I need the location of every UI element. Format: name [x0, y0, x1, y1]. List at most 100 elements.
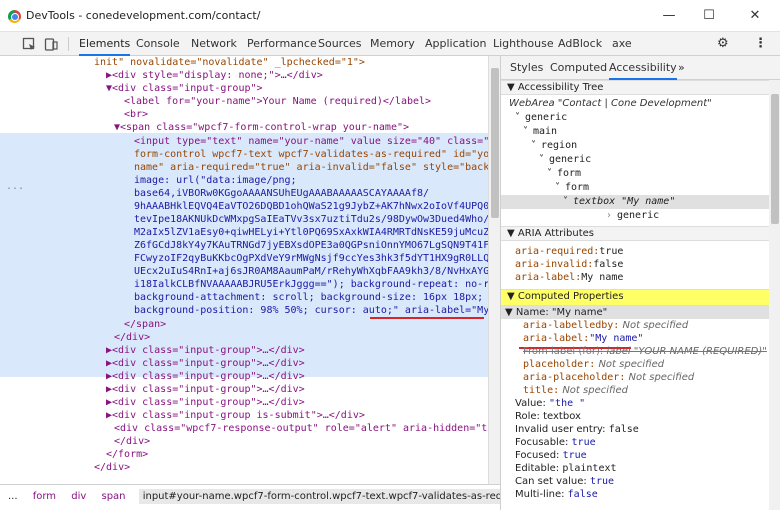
window-titlebar: DevTools - conedevelopment.com/contact/ …: [0, 0, 780, 32]
minimize-button[interactable]: —: [654, 6, 684, 26]
dom-line-selected[interactable]: background-position: 98% 50%; cursor: au…: [134, 304, 488, 317]
prop-value: plaintext: [562, 463, 617, 474]
computed-name-row[interactable]: ▼ Name: "My name": [505, 307, 607, 319]
tab-application[interactable]: Application: [425, 32, 486, 56]
dom-line[interactable]: ▶<div class="input-group">…</div>: [106, 370, 305, 383]
tab-memory[interactable]: Memory: [370, 32, 415, 56]
dom-line[interactable]: ▶<div class="input-group is-submit">…</d…: [106, 409, 365, 422]
dom-line[interactable]: <br>: [124, 108, 148, 121]
dom-line-selected[interactable]: base64,iVBORw0KGgoAAAANSUhEUgAAABAAAAASC…: [134, 187, 429, 200]
dom-line[interactable]: ▶<div class="input-group">…</div>: [106, 383, 305, 396]
dom-line[interactable]: ▼<div class="input-group">: [106, 82, 263, 95]
dom-line-selected[interactable]: form-control wpcf7-text wpcf7-validates-…: [134, 148, 488, 161]
node-ellipsis: ...: [6, 181, 25, 192]
prop-name: Focused:: [515, 450, 560, 461]
tree-node[interactable]: generic: [617, 210, 659, 222]
tab-styles[interactable]: Styles: [510, 56, 543, 80]
tree-node[interactable]: generic: [549, 154, 591, 166]
aria-attributes-header[interactable]: ▼ ARIA Attributes: [501, 226, 769, 241]
tab-sources[interactable]: Sources: [318, 32, 362, 56]
dom-line[interactable]: ▶<div style="display: none;">…</div>: [106, 69, 323, 82]
breadcrumb-item[interactable]: span: [101, 491, 125, 502]
dom-line-selected[interactable]: <input type="text" name="your-name" valu…: [134, 135, 488, 148]
computed-source-value: Not specified: [628, 372, 695, 383]
prop-name: Multi-line:: [515, 489, 565, 500]
dom-line[interactable]: </div>: [94, 461, 130, 474]
dom-line[interactable]: </div>: [114, 331, 150, 344]
dom-line-selected[interactable]: tevIpe18AKNUkDcWMxpgSaIEaTVv3sx7uztiTdu2…: [134, 213, 488, 226]
tree-chevron-icon: ˅: [515, 112, 520, 123]
tab-performance[interactable]: Performance: [247, 32, 317, 56]
tree-node[interactable]: main: [533, 126, 557, 138]
aria-attr-name: aria-label:: [515, 272, 582, 283]
dom-line[interactable]: ▶<div class="input-group">…</div>: [106, 344, 305, 357]
tree-chevron-icon: ˅: [547, 168, 552, 179]
computed-source-value: Not specified: [622, 320, 689, 331]
tree-node[interactable]: region: [541, 140, 577, 152]
devtools-toolbar: Elements Console Network Performance Sou…: [0, 32, 780, 56]
tab-elements[interactable]: Elements: [79, 32, 131, 56]
computed-source-name: aria-label:: [523, 333, 590, 344]
dom-line-selected[interactable]: M2aIx5lZV1aEsy0+qiwHELyi+Ytl0PQ69SxAxkWI…: [134, 226, 488, 239]
dom-line-selected[interactable]: i18IalkCLBfNVAAAAABJRU5ErkJggg=="); back…: [134, 278, 488, 291]
tab-computed[interactable]: Computed: [550, 56, 607, 80]
dom-line[interactable]: ▶<div class="input-group">…</div>: [106, 357, 305, 370]
tab-accessibility[interactable]: Accessibility: [609, 56, 677, 80]
scrollbar-thumb[interactable]: [771, 94, 779, 224]
dom-line-selected[interactable]: 9hAAABHklEQVQ4EaVTO26DQBD1ohQWaS21g9JybZ…: [134, 200, 488, 213]
inspect-element-icon[interactable]: [22, 37, 36, 51]
breadcrumb-item-current[interactable]: input#your-name.wpcf7-form-control.wpcf7…: [138, 489, 500, 504]
tab-lighthouse[interactable]: Lighthouse: [493, 32, 554, 56]
prop-value: "the ": [549, 398, 586, 409]
more-options-icon[interactable]: ⋮: [754, 32, 767, 56]
tab-more-chevron-icon[interactable]: »: [678, 56, 685, 80]
dom-line-selected[interactable]: UEcx2uIuS4RnI+aj6sJR0AM8AaumPaM/rRehyWhX…: [134, 265, 488, 278]
prop-value: false: [608, 424, 639, 435]
tab-network[interactable]: Network: [191, 32, 237, 56]
dom-line-selected[interactable]: Z6fGCdJ8kY4y7KAuTRNGd7jyEBXsdOPE3a0QGPsn…: [134, 239, 488, 252]
tree-node-textbox[interactable]: textbox "My name": [573, 196, 675, 208]
computed-properties-header[interactable]: ▼ Computed Properties: [501, 289, 769, 306]
accessibility-tree-header[interactable]: ▼ Accessibility Tree: [501, 80, 769, 95]
dom-line[interactable]: init" novalidate="novalidate" _lpchecked…: [94, 56, 365, 69]
prop-name: Value:: [515, 398, 546, 409]
tab-axe[interactable]: axe: [612, 32, 632, 56]
dom-line-selected[interactable]: image: url("data:image/png;: [134, 174, 297, 187]
tree-node-webarea[interactable]: WebArea "Contact | Cone Development": [509, 98, 712, 110]
dom-line[interactable]: </form>: [106, 448, 148, 461]
sidebar-panel: Styles Computed Accessibility » ▼ Access…: [500, 56, 780, 510]
dom-line[interactable]: </div>: [114, 435, 150, 448]
aria-attr-value: My name: [581, 272, 624, 283]
dom-line-selected[interactable]: background-attachment: scroll; backgroun…: [134, 291, 483, 304]
prop-value: false: [567, 489, 598, 500]
close-button[interactable]: ✕: [740, 6, 770, 26]
settings-gear-icon[interactable]: ⚙: [717, 32, 729, 56]
tab-adblock[interactable]: AdBlock: [558, 32, 602, 56]
elements-scrollbar[interactable]: [488, 56, 500, 484]
tree-chevron-right-icon: ›: [607, 210, 611, 221]
dom-line[interactable]: <div class="wpcf7-response-output" role=…: [114, 422, 488, 435]
aria-attr-value: false: [593, 259, 624, 270]
scrollbar-thumb[interactable]: [491, 68, 499, 218]
dom-line[interactable]: ▼<span class="wpcf7-form-control-wrap yo…: [114, 121, 409, 134]
breadcrumb-item[interactable]: form: [33, 491, 56, 502]
toolbar-divider: [68, 37, 69, 51]
maximize-button[interactable]: ☐: [694, 6, 724, 26]
device-toolbar-icon[interactable]: [44, 37, 58, 51]
sidebar-scrollbar[interactable]: [769, 80, 780, 510]
breadcrumb-item[interactable]: ...: [8, 491, 18, 502]
dom-line[interactable]: </span>: [124, 318, 166, 331]
dom-line-selected[interactable]: FCwyzoIF2qyBuKKbcOgPXdVeY9rMWgNsjf9ccYes…: [134, 252, 488, 265]
tree-chevron-icon: ˅: [555, 182, 560, 193]
dom-line[interactable]: <label for="your-name">Your Name (requir…: [124, 95, 431, 108]
prop-value: textbox: [543, 411, 581, 422]
tree-node[interactable]: form: [565, 182, 589, 194]
dom-line[interactable]: ▶<div class="input-group">…</div>: [106, 396, 305, 409]
tab-console[interactable]: Console: [136, 32, 180, 56]
aria-label-annotation-underline: [370, 317, 484, 319]
aria-attr-name: aria-invalid:: [515, 259, 594, 270]
tree-node[interactable]: generic: [525, 112, 567, 124]
tree-node[interactable]: form: [557, 168, 581, 180]
dom-line-selected[interactable]: name" aria-required="true" aria-invalid=…: [134, 161, 488, 174]
breadcrumb-item[interactable]: div: [71, 491, 86, 502]
